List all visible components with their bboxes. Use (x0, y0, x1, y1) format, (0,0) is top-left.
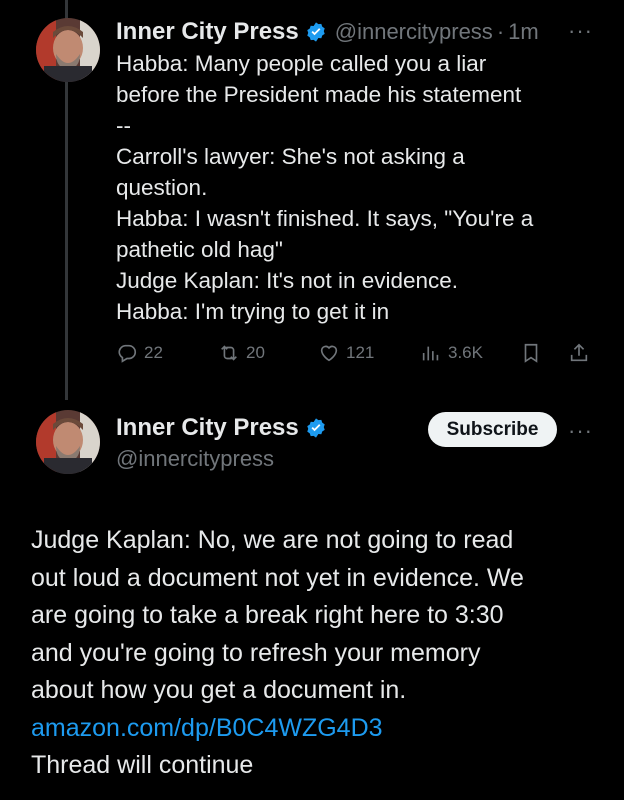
text-line: about how you get a document in. (31, 676, 407, 704)
tweet-header: Inner City Press (116, 414, 327, 442)
repost-button[interactable]: 20 (218, 342, 265, 364)
action-bar: 22 20 121 3.6K (116, 342, 596, 372)
separator-dot: · (496, 19, 505, 44)
author-handle[interactable]: @innercitypress (116, 446, 274, 472)
subscribe-button[interactable]: Subscribe (428, 412, 557, 447)
thread-footer-text: Thread will continue (31, 751, 254, 779)
external-link[interactable]: amazon.com/dp/B0C4WZG4D3 (31, 714, 383, 742)
like-icon (320, 345, 338, 362)
bookmark-icon (524, 343, 538, 363)
text-line: Habba: I wasn't finished. It says, "You'… (116, 206, 534, 231)
reply-button[interactable]: 22 (116, 342, 163, 364)
repost-icon (221, 345, 237, 361)
avatar[interactable] (36, 18, 100, 82)
text-line: Carroll's lawyer: She's not asking a (116, 144, 465, 169)
views-button[interactable]: 3.6K (420, 342, 483, 364)
tweet-text: Judge Kaplan: No, we are not going to re… (31, 522, 611, 785)
tweet-text: Habba: Many people called you a liar bef… (116, 48, 606, 327)
more-icon[interactable]: ··· (568, 418, 593, 444)
text-line: question. (116, 175, 208, 200)
like-count: 121 (346, 343, 375, 362)
timestamp[interactable]: 1m (508, 19, 539, 45)
author-name[interactable]: Inner City Press (116, 414, 299, 442)
repost-count: 20 (246, 343, 265, 362)
author-handle[interactable]: @innercitypress (335, 19, 493, 45)
views-icon (422, 346, 439, 361)
text-line: -- (116, 113, 131, 138)
text-line: and you're going to refresh your memory (31, 638, 481, 667)
text-line: Judge Kaplan: No, we are not going to re… (31, 526, 514, 554)
reply-icon (118, 344, 137, 363)
text-line: are going to take a break right here to … (31, 601, 504, 629)
text-line: out loud a document not yet in evidence.… (31, 563, 524, 592)
bookmark-button[interactable] (520, 342, 548, 364)
share-button[interactable] (568, 342, 596, 364)
text-line: Judge Kaplan: It's not in evidence. (116, 268, 459, 293)
share-icon (570, 343, 588, 362)
tweet-header: Inner City Press @innercitypress · 1m (116, 18, 539, 46)
text-line: pathetic old hag" (116, 237, 283, 262)
view-count: 3.6K (448, 343, 483, 362)
reply-count: 22 (144, 343, 163, 362)
author-name[interactable]: Inner City Press (116, 18, 299, 46)
text-line: before the President made his statement (116, 82, 522, 107)
more-icon[interactable]: ··· (568, 18, 593, 44)
text-line: Habba: Many people called you a liar (116, 51, 487, 76)
avatar[interactable] (36, 410, 100, 474)
verified-badge-icon (307, 22, 325, 42)
text-line: Habba: I'm trying to get it in (116, 299, 390, 324)
like-button[interactable]: 121 (318, 342, 374, 364)
verified-badge-icon (307, 418, 325, 438)
